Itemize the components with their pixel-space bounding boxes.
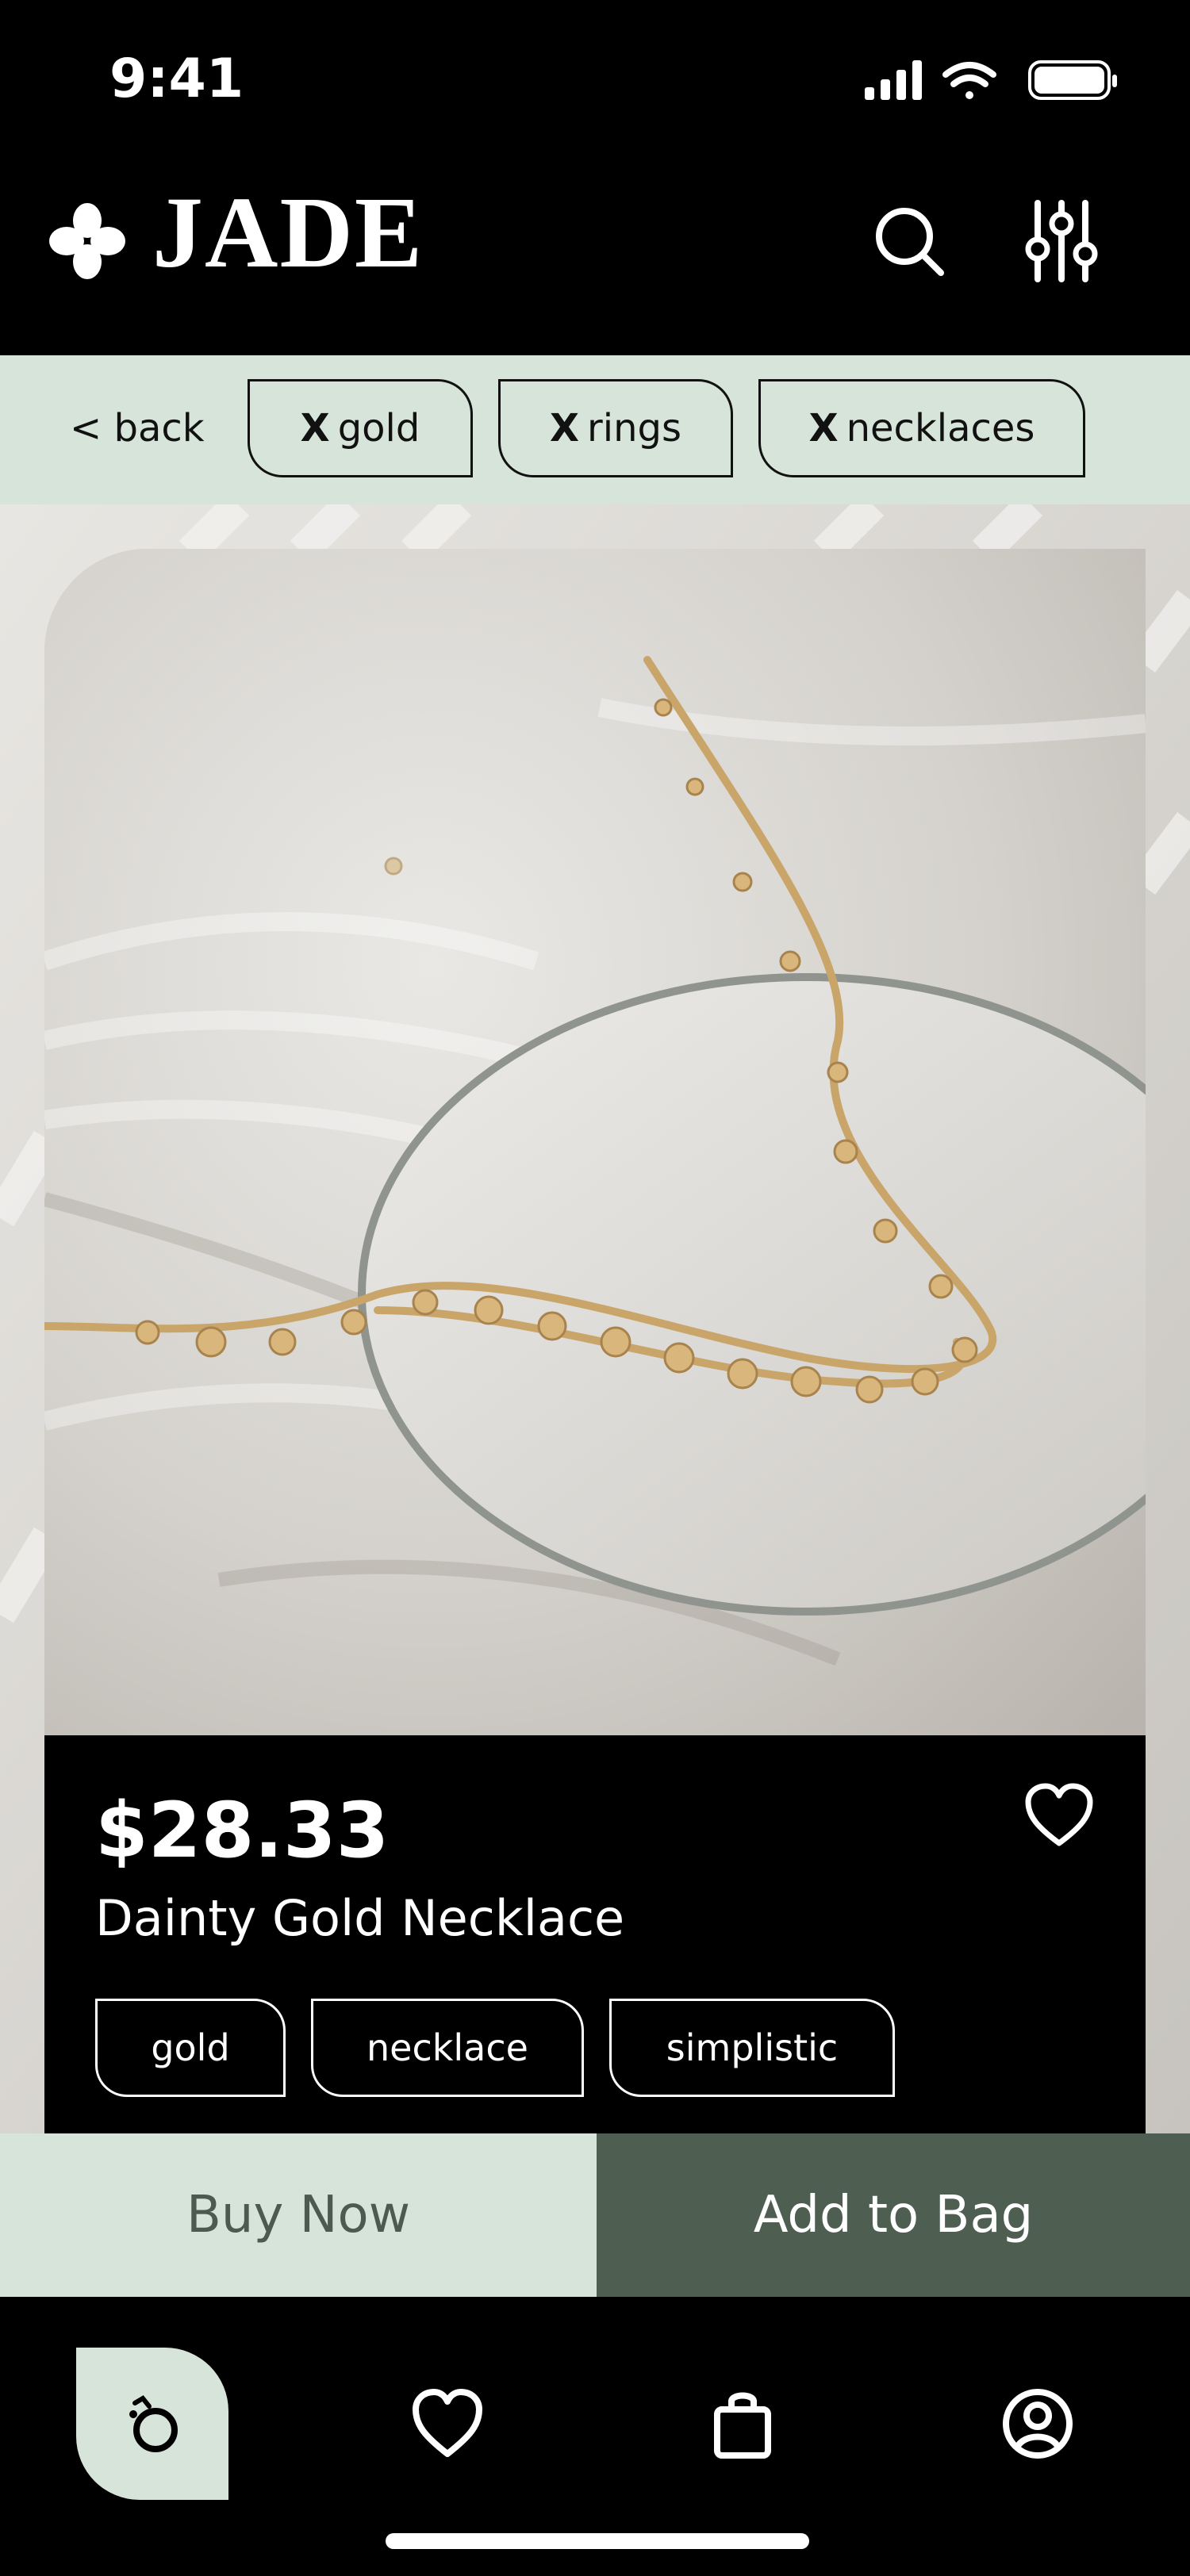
battery-icon: [1028, 60, 1117, 100]
brand-logo-icon: [49, 203, 125, 279]
tab-profile-icon[interactable]: [1000, 2386, 1076, 2462]
filter-chip-gold[interactable]: X gold: [248, 379, 473, 477]
remove-filter-icon[interactable]: X: [550, 406, 579, 450]
tab-favorites-heart-icon[interactable]: [409, 2386, 486, 2462]
product-price: $28.33: [95, 1786, 390, 1875]
product-tag[interactable]: gold: [95, 1999, 286, 2097]
filter-chip-rings[interactable]: X rings: [498, 379, 733, 477]
product-photo[interactable]: [44, 549, 1146, 1735]
remove-filter-icon[interactable]: X: [809, 406, 839, 450]
product-tag[interactable]: simplistic: [609, 1999, 895, 2097]
filter-chip-label: gold: [337, 406, 420, 450]
home-indicator: [386, 2533, 809, 2549]
ring-icon: [129, 2395, 178, 2452]
tab-home[interactable]: [76, 2348, 228, 2500]
remove-filter-icon[interactable]: X: [301, 406, 330, 450]
status-time: 9:41: [109, 48, 244, 110]
buy-now-button[interactable]: Buy Now: [0, 2133, 597, 2297]
back-link[interactable]: < back: [70, 406, 205, 450]
product-tag[interactable]: necklace: [311, 1999, 584, 2097]
filter-chip-label: rings: [587, 406, 681, 450]
heart-icon[interactable]: [1023, 1781, 1095, 1850]
signal-icon: [865, 60, 922, 100]
add-to-bag-button[interactable]: Add to Bag: [597, 2133, 1190, 2297]
wifi-icon: [942, 62, 996, 99]
search-icon[interactable]: [871, 203, 947, 279]
filter-chip-label: necklaces: [846, 406, 1035, 450]
filter-sliders-icon[interactable]: [1023, 200, 1100, 282]
brand-name: JADE: [152, 176, 424, 289]
status-icons: [865, 60, 1117, 100]
product-name: Dainty Gold Necklace: [95, 1889, 625, 1947]
tab-bag-icon[interactable]: [704, 2386, 781, 2462]
filter-chip-necklaces[interactable]: X necklaces: [758, 379, 1085, 477]
